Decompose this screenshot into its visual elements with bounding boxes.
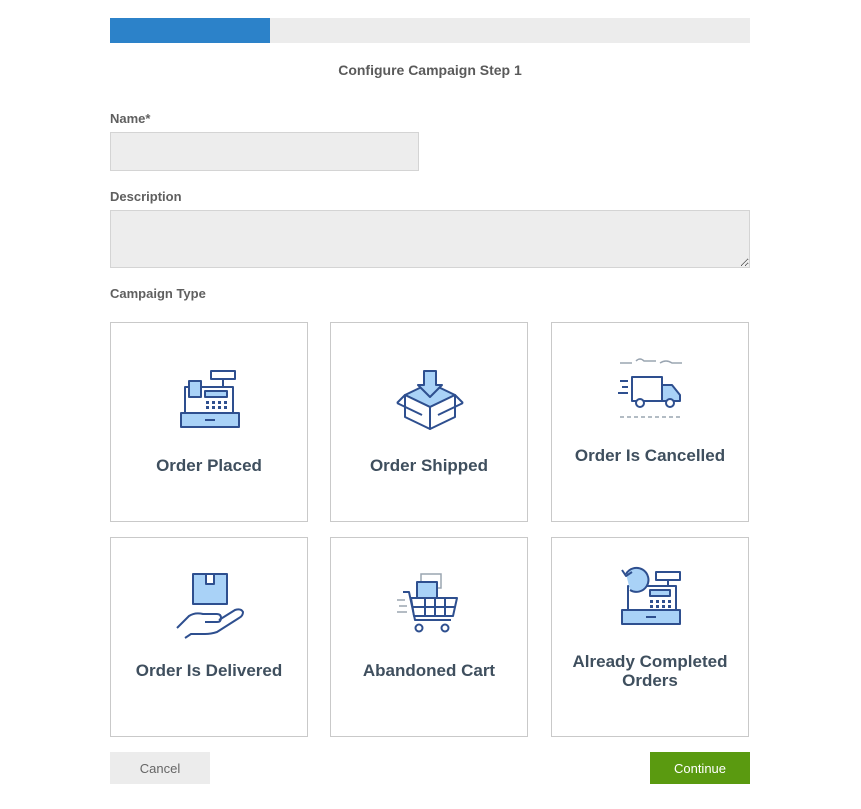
name-label: Name* — [110, 111, 151, 126]
campaign-type-order-placed[interactable]: Order Placed — [110, 322, 308, 522]
campaign-type-order-cancelled[interactable]: Order Is Cancelled — [551, 322, 749, 522]
campaign-type-label: Already Completed Orders — [572, 652, 728, 690]
campaign-type-label: Order Placed — [156, 456, 262, 475]
box-download-icon — [396, 370, 464, 430]
description-textarea[interactable] — [110, 210, 750, 268]
cash-register-icon — [180, 370, 240, 428]
campaign-type-order-shipped[interactable]: Order Shipped — [330, 322, 528, 522]
campaign-type-label: Campaign Type — [110, 286, 206, 301]
campaign-type-label: Order Shipped — [369, 456, 489, 475]
campaign-type-already-completed[interactable]: Already Completed Orders — [551, 537, 749, 737]
description-label: Description — [110, 189, 182, 204]
name-input[interactable] — [110, 132, 419, 171]
page-title: Configure Campaign Step 1 — [338, 62, 522, 78]
campaign-type-label: Order Is Delivered — [135, 661, 283, 680]
progress-bar — [110, 18, 750, 43]
campaign-type-order-delivered[interactable]: Order Is Delivered — [110, 537, 308, 737]
shopping-cart-icon — [397, 573, 458, 633]
campaign-type-label: Abandoned Cart — [362, 661, 496, 680]
cancel-button[interactable]: Cancel — [110, 752, 210, 784]
progress-fill — [110, 18, 270, 43]
campaign-type-abandoned-cart[interactable]: Abandoned Cart — [330, 537, 528, 737]
campaign-type-label: Order Is Cancelled — [574, 446, 726, 465]
delivery-truck-icon — [618, 358, 682, 418]
continue-button[interactable]: Continue — [650, 752, 750, 784]
package-in-hand-icon — [176, 573, 244, 639]
register-refresh-icon — [621, 566, 681, 625]
